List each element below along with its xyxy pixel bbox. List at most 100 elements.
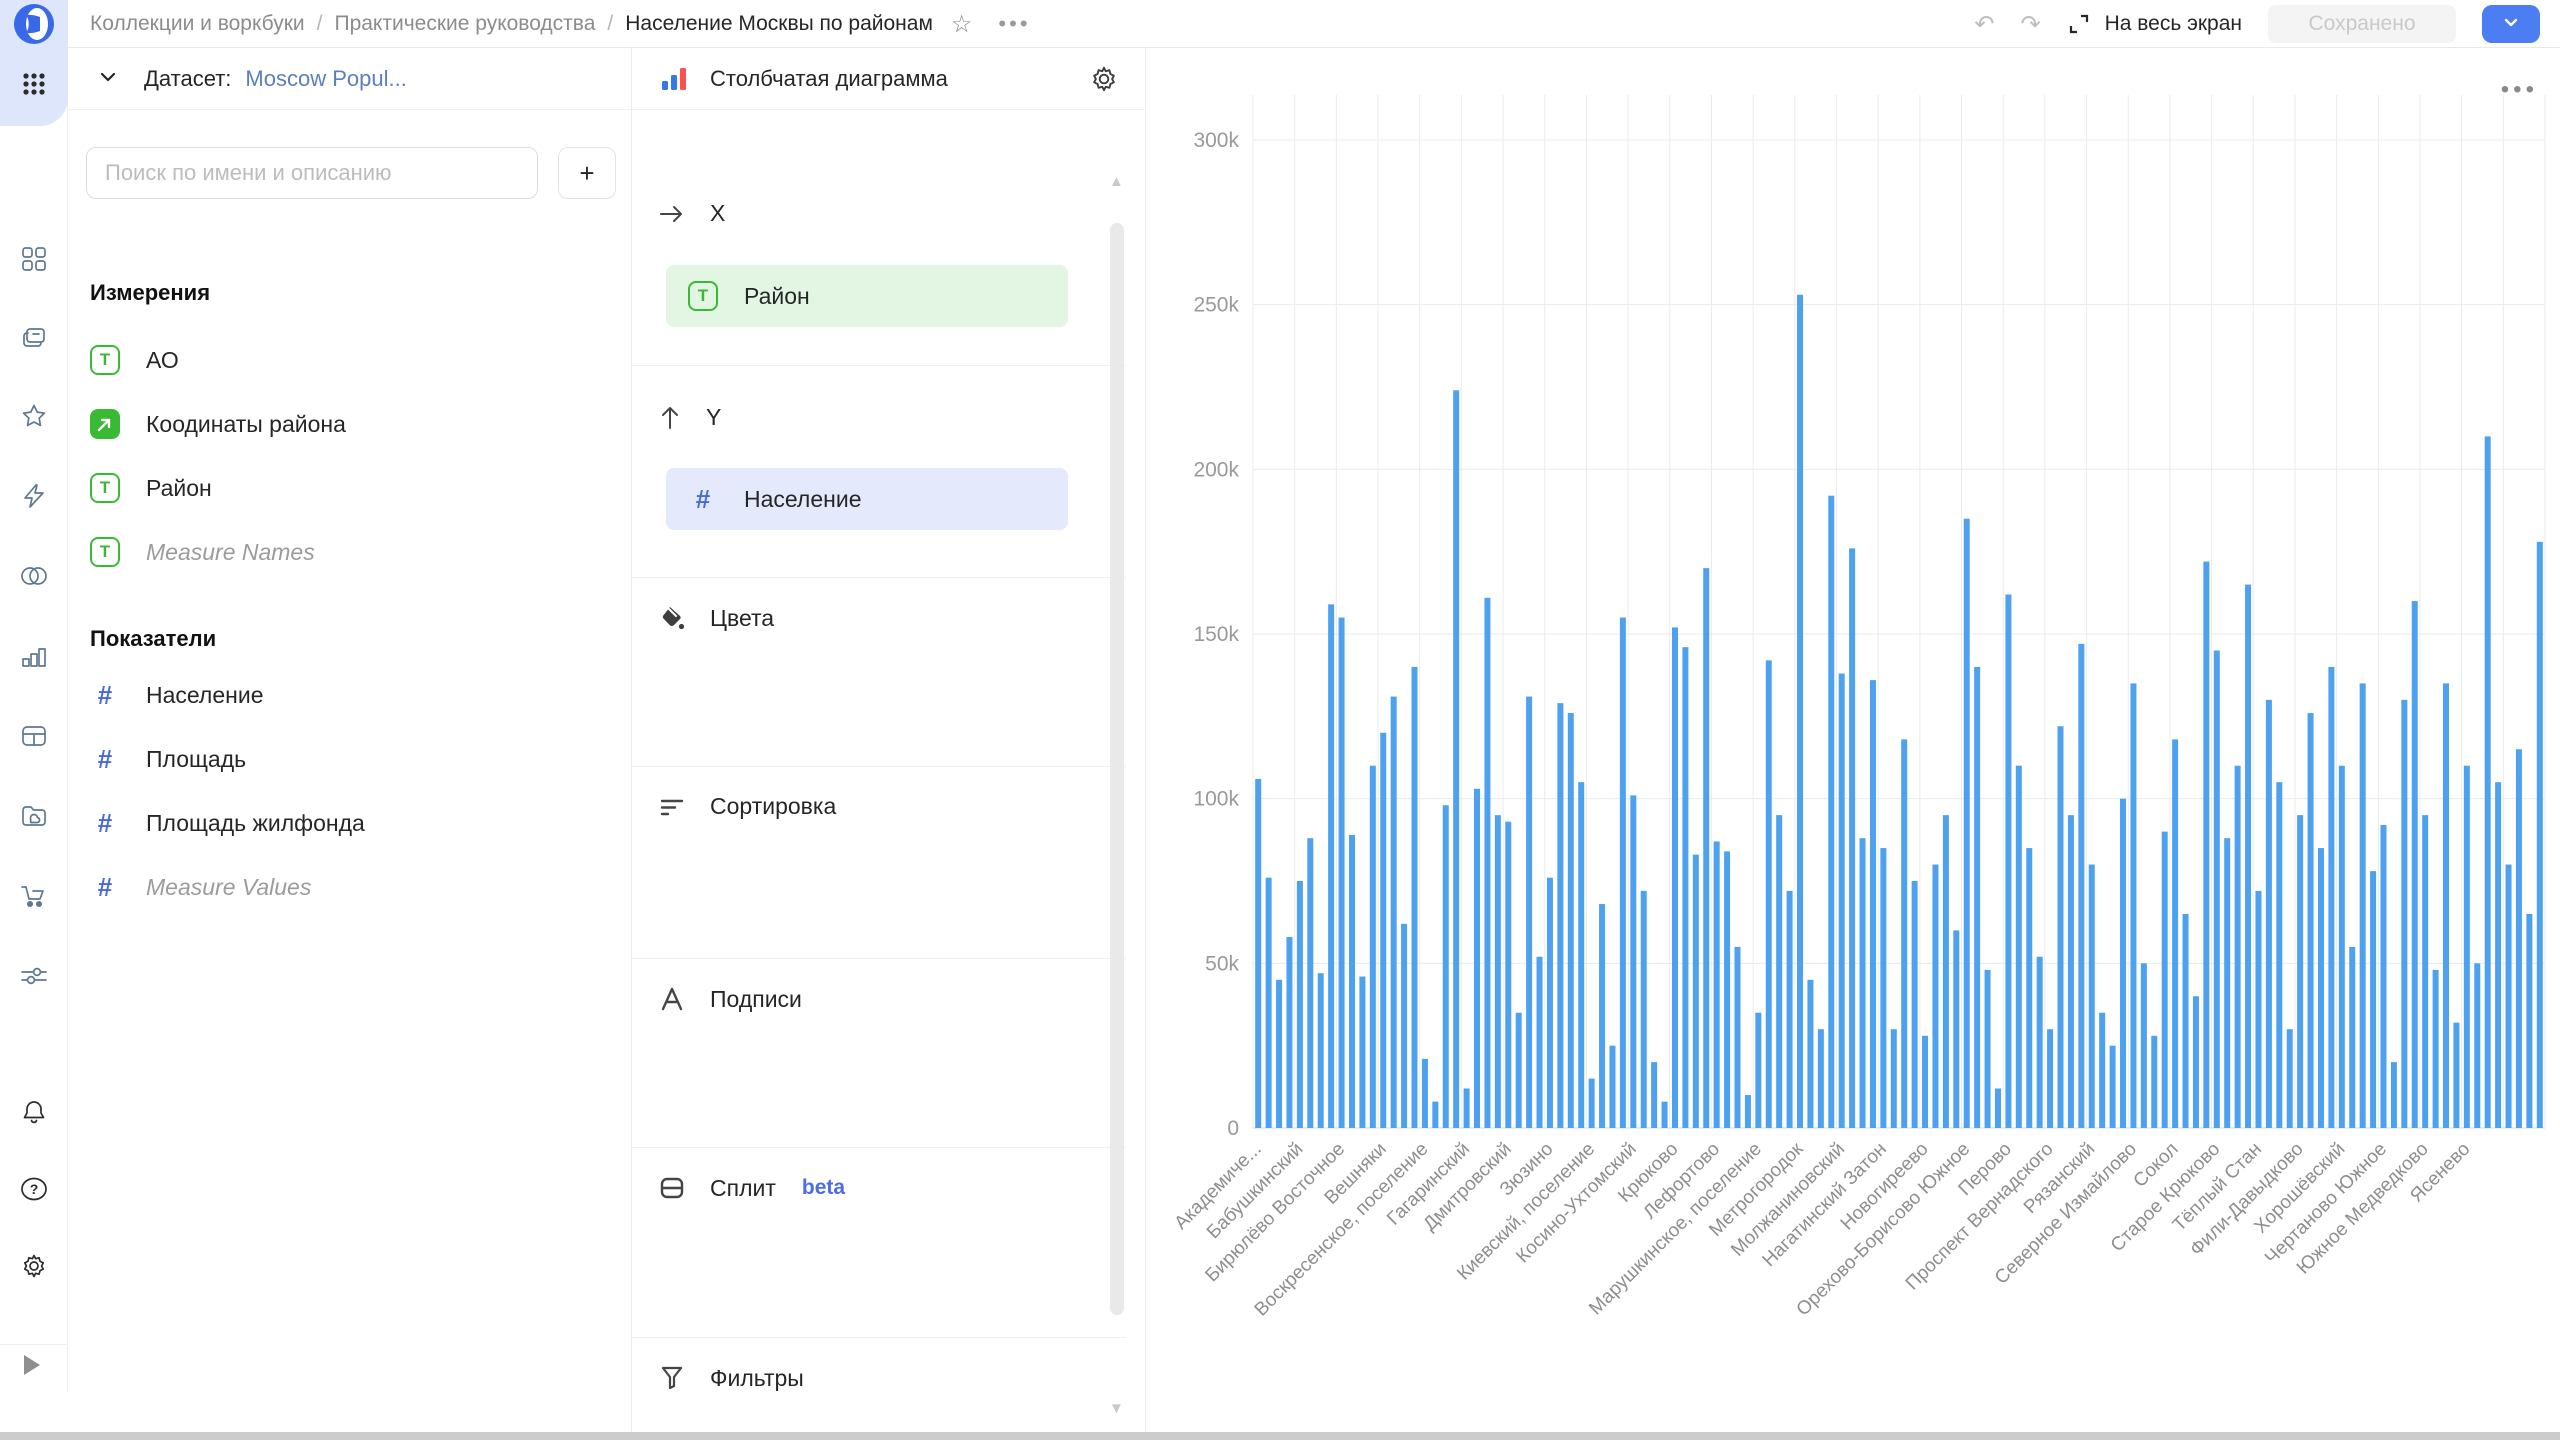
bar[interactable]	[2214, 650, 2220, 1128]
bar[interactable]	[2203, 562, 2209, 1128]
bar[interactable]	[1609, 1046, 1615, 1128]
bar[interactable]	[2328, 667, 2334, 1128]
bar[interactable]	[1662, 1102, 1668, 1128]
add-field-button[interactable]: +	[558, 147, 616, 199]
bar[interactable]	[1860, 838, 1866, 1128]
chart-type-name[interactable]: Столбчатая диаграмма	[710, 66, 1089, 92]
bar[interactable]	[2172, 739, 2178, 1128]
bar[interactable]	[1401, 924, 1407, 1128]
bar[interactable]	[1380, 733, 1386, 1128]
bar[interactable]	[1735, 947, 1741, 1128]
bar[interactable]	[1557, 703, 1563, 1128]
favorites-star-icon[interactable]	[16, 398, 52, 434]
bar[interactable]	[1870, 680, 1876, 1128]
bar[interactable]	[2339, 766, 2345, 1128]
bar[interactable]	[2297, 815, 2303, 1128]
navigation-grid-icon[interactable]	[16, 241, 52, 277]
field-population[interactable]: # Население	[90, 673, 263, 717]
bar[interactable]	[1828, 496, 1834, 1128]
bar[interactable]	[1495, 815, 1501, 1128]
bar[interactable]	[1349, 835, 1355, 1128]
dashboards-icon[interactable]	[16, 718, 52, 754]
settings-gear-icon[interactable]	[16, 1248, 52, 1284]
bar[interactable]	[1797, 295, 1803, 1128]
bar[interactable]	[1484, 598, 1490, 1128]
bar[interactable]	[2245, 585, 2251, 1128]
bar[interactable]	[1307, 838, 1313, 1128]
bar[interactable]	[1839, 674, 1845, 1128]
bar[interactable]	[1620, 618, 1626, 1128]
bar[interactable]	[2318, 848, 2324, 1128]
chart-settings-gear-icon[interactable]	[1089, 64, 1119, 94]
bar[interactable]	[1943, 815, 1949, 1128]
bar[interactable]	[1286, 937, 1292, 1128]
bar[interactable]	[2141, 963, 2147, 1128]
help-icon[interactable]: ?	[16, 1171, 52, 1207]
bar[interactable]	[2516, 749, 2522, 1128]
bar[interactable]	[2193, 996, 2199, 1128]
apps-menu-icon[interactable]	[16, 66, 52, 102]
bar[interactable]	[1818, 1029, 1824, 1128]
bar[interactable]	[2016, 766, 2022, 1128]
bar[interactable]	[1328, 604, 1334, 1128]
bar[interactable]	[1912, 881, 1918, 1128]
bar[interactable]	[2089, 865, 2095, 1128]
bar[interactable]	[1985, 970, 1991, 1128]
expand-sidebar-icon[interactable]	[24, 1355, 40, 1375]
storage-folder-icon[interactable]	[16, 798, 52, 834]
marketplace-cart-icon[interactable]	[16, 878, 52, 914]
bar[interactable]	[1318, 973, 1324, 1128]
bar[interactable]	[1266, 878, 1272, 1128]
bar[interactable]	[2130, 683, 2136, 1128]
bar[interactable]	[2412, 601, 2418, 1128]
bar[interactable]	[1787, 891, 1793, 1128]
bar[interactable]	[1568, 713, 1574, 1128]
bar[interactable]	[2151, 1036, 2157, 1128]
bar[interactable]	[2422, 815, 2428, 1128]
scroll-down-icon[interactable]: ▼	[1109, 1400, 1124, 1417]
chart-more-menu-icon[interactable]: •••	[2501, 76, 2538, 104]
field-area[interactable]: # Площадь	[90, 737, 246, 781]
bar[interactable]	[1391, 697, 1397, 1128]
bar[interactable]	[1547, 878, 1553, 1128]
dataset-name-link[interactable]: Moscow Popul...	[245, 66, 406, 92]
bar[interactable]	[2255, 891, 2261, 1128]
bar[interactable]	[1849, 548, 1855, 1128]
bar[interactable]	[2047, 1029, 2053, 1128]
bar[interactable]	[1453, 390, 1459, 1128]
charts-icon[interactable]	[16, 638, 52, 674]
bar[interactable]	[1464, 1088, 1470, 1128]
bar[interactable]	[2005, 594, 2011, 1128]
colors-section[interactable]: Цвета	[658, 604, 774, 632]
bar[interactable]	[2120, 799, 2126, 1128]
bar[interactable]	[2443, 683, 2449, 1128]
field-housing-area[interactable]: # Площадь жилфонда	[90, 801, 365, 845]
filters-section[interactable]: Фильтры	[658, 1364, 804, 1392]
bar[interactable]	[2266, 700, 2272, 1128]
bar[interactable]	[1651, 1062, 1657, 1128]
redo-icon[interactable]: ↷	[2020, 10, 2040, 39]
bar[interactable]	[1537, 957, 1543, 1128]
bar[interactable]	[1724, 851, 1730, 1128]
bar[interactable]	[1682, 647, 1688, 1128]
bar[interactable]	[2235, 766, 2241, 1128]
logo-area[interactable]	[0, 0, 68, 48]
bar[interactable]	[1891, 1029, 1897, 1128]
favorite-star-icon[interactable]: ☆	[951, 10, 973, 39]
entry-more-menu-icon[interactable]: •••	[998, 11, 1030, 37]
bar[interactable]	[2370, 871, 2376, 1128]
bar[interactable]	[2026, 848, 2032, 1128]
bar[interactable]	[1276, 980, 1282, 1128]
bar[interactable]	[1672, 627, 1678, 1128]
connections-bolt-icon[interactable]	[16, 478, 52, 514]
y-axis-field-chip[interactable]: # Население	[666, 468, 1068, 530]
bar[interactable]	[1359, 977, 1365, 1128]
bar[interactable]	[1422, 1059, 1428, 1128]
bar[interactable]	[1714, 841, 1720, 1128]
bar[interactable]	[1953, 930, 1959, 1128]
bar[interactable]	[1880, 848, 1886, 1128]
bar[interactable]	[2485, 436, 2491, 1128]
bar[interactable]	[1630, 795, 1636, 1128]
bar[interactable]	[2391, 1062, 2397, 1128]
config-scrollbar[interactable]	[1110, 223, 1124, 1315]
